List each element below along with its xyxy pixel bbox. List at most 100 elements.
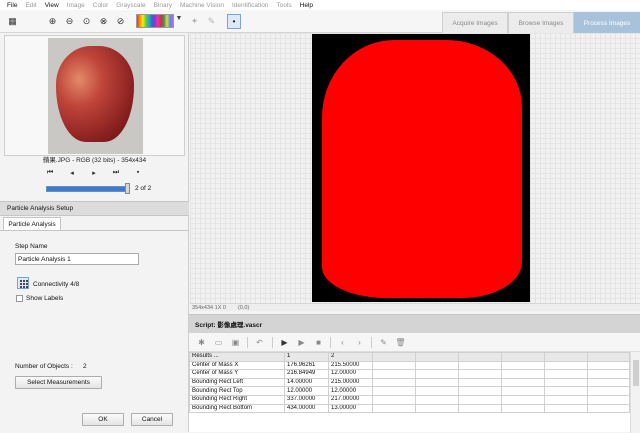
viewer-status: 354x434 1X 0 (0,0) [190,303,249,312]
mode-tabs: Acquire Images Browse Images Process Ima… [442,12,640,33]
tile-view-icon[interactable]: ▪ [132,169,144,181]
viewer-hscrollbar[interactable] [190,303,640,311]
edit-icon[interactable]: ✎ [378,337,389,348]
menu-machine-vision[interactable]: Machine Vision [176,2,228,9]
row-value: 434.00000 [284,403,329,414]
setup-title: Particle Analysis Setup [0,201,189,216]
prev-icon[interactable]: ‹ [337,337,348,348]
delete-icon[interactable]: 🗑 [395,337,406,348]
tab-browse-images[interactable]: Browse Images [508,12,574,33]
row-value: 337.00000 [284,394,329,405]
cancel-button[interactable]: Cancel [131,413,173,426]
row-value: 13.00000 [328,403,373,414]
grid-icon[interactable]: ▦ [6,15,19,28]
pencil-icon[interactable]: ✎ [205,15,218,28]
menu-identification[interactable]: Identification [228,2,273,9]
table-row[interactable]: Bounding Rect Right 337.00000 217.00000 [189,394,630,405]
next-icon[interactable]: › [354,337,365,348]
lookup-table-icon[interactable] [136,14,174,28]
left-panel: 蘋果.JPG - RGB (32 bits) - 354x434 ⏮ ◂ ▸ ⏭… [0,33,189,432]
zoom-in-icon[interactable]: ⊕ [46,15,59,28]
row-label: Bounding Rect Right [189,394,285,405]
step-name-input[interactable]: Particle Analysis 1 [15,253,139,265]
table-row[interactable]: Bounding Rect Left 14.00000 215.00000 [189,377,630,388]
menu-file[interactable]: File [3,2,21,9]
next-image-icon[interactable]: ▸ [88,169,100,181]
tab-particle-analysis[interactable]: Particle Analysis [3,217,61,231]
prev-image-icon[interactable]: ◂ [66,169,78,181]
run-step-icon[interactable]: ▶ [279,337,290,348]
menu-grayscale[interactable]: Grayscale [112,2,149,9]
ok-button[interactable]: OK [82,413,124,426]
last-image-icon[interactable]: ⏭ [110,169,122,181]
row-label: Center of Mass X [189,360,285,371]
objects-value: 2 [83,363,87,370]
row-label: Center of Mass Y [189,369,285,379]
slider-thumb[interactable] [125,183,130,194]
menu-view[interactable]: View [41,2,63,9]
table-row[interactable]: Center of Mass Y 216.84949 12.00000 [189,369,630,379]
particle-mask [322,40,522,298]
row-value: 217.00000 [328,394,373,405]
zoom-out-icon[interactable]: ⊖ [63,15,76,28]
zoom-fill-icon[interactable]: ⊗ [97,15,110,28]
row-value: 215.00000 [328,377,373,388]
scrollbar-thumb[interactable] [633,360,639,386]
tab-divider [0,230,189,231]
row-value: 12.00000 [328,386,373,396]
header-col-2: 2 [328,352,373,362]
image-slider[interactable] [46,186,130,192]
zoom-custom-icon[interactable]: ⊘ [114,15,127,28]
toolbar-separator [247,337,248,348]
first-image-icon[interactable]: ⏮ [44,169,56,181]
row-value: 12.00000 [328,369,373,379]
menu-bar: File Edit View Image Color Grayscale Bin… [0,0,640,10]
play-icon[interactable]: ▶ [296,337,307,348]
menu-color[interactable]: Color [89,2,113,9]
toolbar-separator [272,337,273,348]
table-row[interactable]: Bounding Rect Top 12.00000 12.00000 [189,386,630,396]
menu-help[interactable]: Help [296,2,317,9]
menu-image[interactable]: Image [63,2,89,9]
show-labels-checkbox[interactable] [16,295,23,302]
chevron-down-icon[interactable]: ▼ [175,15,183,27]
tab-acquire-images[interactable]: Acquire Images [442,12,508,33]
save-icon[interactable]: ▣ [230,337,241,348]
menu-binary[interactable]: Binary [150,2,176,9]
row-value: 12.00000 [284,386,329,396]
script-panel: Script: 影像處理.vascr ✱ ▭ ▣ ↶ ▶ ▶ ■ ‹ › ✎ 🗑… [189,314,640,433]
script-toolbar: ✱ ▭ ▣ ↶ ▶ ▶ ■ ‹ › ✎ 🗑 [189,333,640,352]
select-measurements-button[interactable]: Select Measurements [15,376,102,389]
undo-icon[interactable]: ↶ [254,337,265,348]
step-name-label: Step Name [15,243,48,250]
processed-image [312,34,530,302]
image-viewer[interactable] [190,33,640,303]
objects-label: Number of Objects : [15,363,73,370]
menu-edit[interactable]: Edit [21,2,40,9]
row-label: Bounding Rect Bottom [189,403,285,414]
tab-process-images[interactable]: Process Images [574,12,640,33]
folder-icon[interactable]: ▭ [213,337,224,348]
table-row[interactable]: Center of Mass X 176.96261 215.50000 [189,360,630,371]
connectivity-icon[interactable] [17,277,29,289]
stop-icon[interactable]: ■ [313,337,324,348]
row-value: 216.84949 [284,369,329,379]
row-label: Bounding Rect Top [189,386,285,396]
thumbnail-frame [4,35,185,156]
cursor-coords: (0,0) [237,304,250,311]
picker-icon[interactable]: ✦ [188,15,201,28]
row-value: 14.00000 [284,377,329,388]
toolbar-separator [371,337,372,348]
image-size-status: 354x434 1X 0 [192,304,226,311]
select-icon[interactable]: • [227,14,241,29]
row-value: 215.50000 [328,360,373,371]
zoom-fit-icon[interactable]: ⊙ [80,15,93,28]
page-count: 2 of 2 [135,185,152,192]
connectivity-label: Connectivity 4/8 [33,281,80,288]
results-scrollbar[interactable] [630,352,640,433]
star-icon[interactable]: ✱ [196,337,207,348]
apple-thumbnail[interactable] [48,38,143,154]
toolbar-separator [330,337,331,348]
menu-tools[interactable]: Tools [272,2,295,9]
table-row[interactable]: Bounding Rect Bottom 434.00000 13.00000 [189,403,630,414]
